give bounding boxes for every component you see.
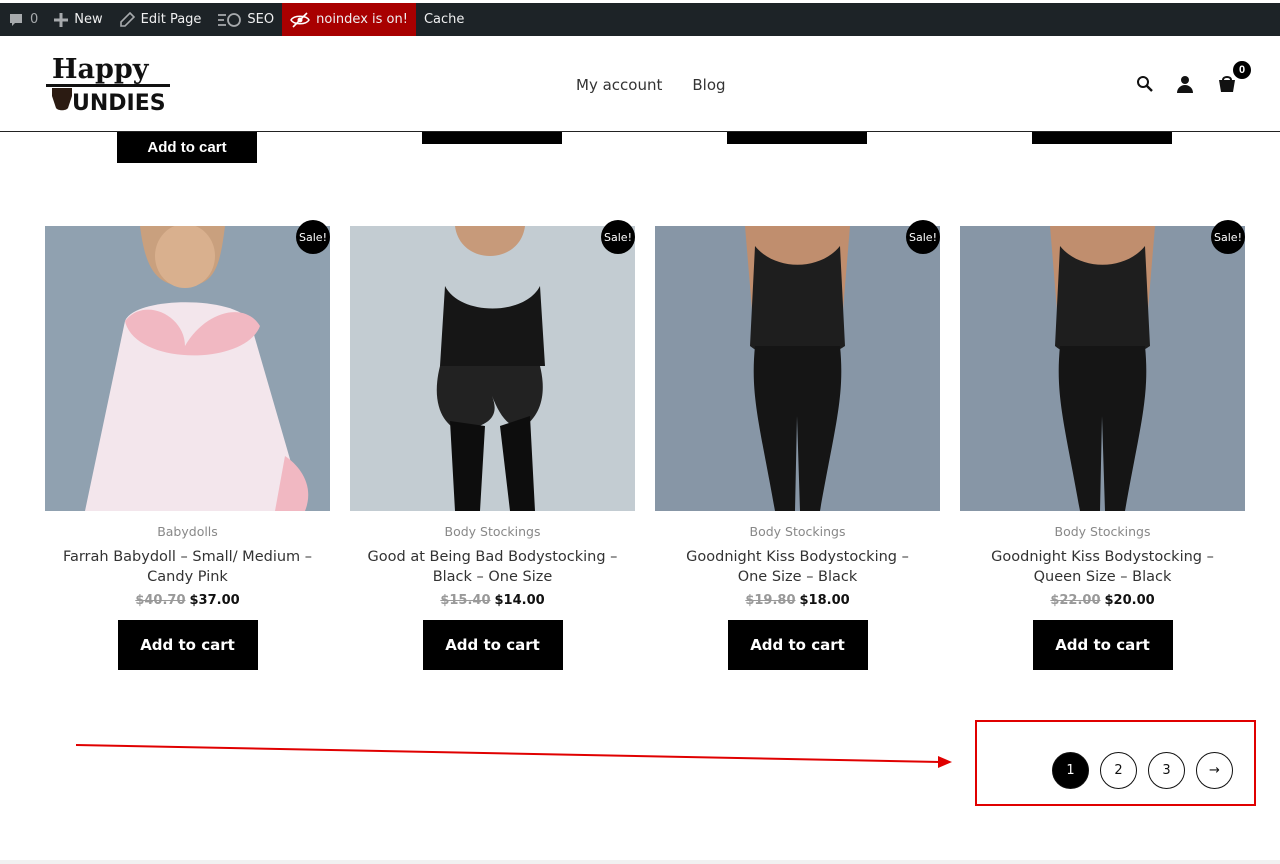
footer-divider [0, 860, 1280, 864]
pagination: 1 2 3 → [1052, 752, 1233, 789]
page-3-button[interactable]: 3 [1148, 752, 1185, 789]
page-2-button[interactable]: 2 [1100, 752, 1137, 789]
next-page-button[interactable]: → [1196, 752, 1233, 789]
page-1-button[interactable]: 1 [1052, 752, 1089, 789]
